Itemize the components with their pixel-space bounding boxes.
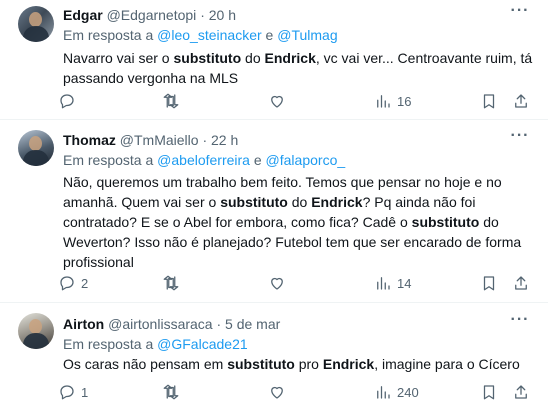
timestamp[interactable]: 20 h — [209, 7, 236, 23]
timestamp[interactable]: 5 de mar — [225, 316, 280, 332]
reply-prefix: Em resposta a — [63, 152, 158, 168]
separator-dot: · — [200, 7, 205, 23]
mention-link[interactable]: @GFalcade21 — [157, 336, 247, 352]
like-button[interactable] — [268, 91, 291, 111]
tweet-text: Navarro vai ser o substituto do Endrick,… — [63, 50, 533, 86]
separator-dot: · — [216, 316, 222, 332]
tweet[interactable]: Thomaz @TmMaiello · 22 h ··· Em resposta… — [0, 120, 548, 303]
bookmark-icon — [483, 276, 495, 291]
reply-count: 2 — [81, 275, 89, 291]
share-button[interactable] — [512, 91, 530, 111]
mention-link[interactable]: @Tulmag — [277, 27, 337, 43]
author-handle[interactable]: @TmMaiello — [120, 132, 199, 148]
share-icon — [515, 276, 527, 290]
views-button[interactable]: 14 — [374, 273, 411, 293]
reply-and: e — [261, 27, 278, 43]
bookmark-button[interactable] — [480, 91, 498, 111]
like-button[interactable] — [268, 273, 291, 293]
views-count: 14 — [397, 275, 412, 291]
retweet-icon — [163, 275, 179, 291]
views-icon — [377, 277, 390, 290]
avatar[interactable] — [18, 313, 54, 349]
author-name[interactable]: Edgar — [63, 7, 103, 23]
reply-to-line: Em resposta a @abeloferreira e @falaporc… — [63, 151, 345, 169]
reply-to-line: Em resposta a @GFalcade21 — [63, 335, 248, 353]
tweet-actions: 1 240 — [58, 382, 538, 402]
share-icon — [515, 94, 527, 108]
reply-to-line: Em resposta a @leo_steinacker e @Tulmag — [63, 26, 338, 44]
author-handle[interactable]: @airtonlissaraca — [108, 316, 212, 332]
timestamp[interactable]: 22 h — [211, 132, 238, 148]
tweet-header: Edgar @Edgarnetopi · 20 h — [63, 6, 236, 24]
more-icon[interactable]: ··· — [510, 312, 530, 333]
reply-icon — [60, 94, 74, 109]
more-icon[interactable]: ··· — [510, 3, 530, 24]
reply-and: e — [249, 152, 266, 168]
share-button[interactable] — [512, 382, 530, 402]
bookmark-icon — [483, 94, 495, 109]
heart-icon — [271, 95, 283, 108]
views-icon — [377, 386, 390, 399]
retweet-icon — [163, 384, 179, 400]
reply-button[interactable]: 2 — [58, 273, 88, 293]
tweet-header: Airton @airtonlissaraca · 5 de mar — [63, 315, 280, 333]
heart-icon — [271, 277, 283, 290]
bookmark-icon — [483, 385, 495, 400]
mention-link[interactable]: @falaporco_ — [266, 152, 346, 168]
reply-button[interactable] — [58, 91, 81, 111]
tweet-actions: 2 14 — [58, 273, 538, 293]
separator-dot: · — [202, 132, 208, 148]
more-icon[interactable]: ··· — [510, 128, 530, 149]
reply-prefix: Em resposta a — [63, 336, 158, 352]
views-button[interactable]: 240 — [374, 382, 419, 402]
tweet[interactable]: Airton @airtonlissaraca · 5 de mar ··· E… — [0, 303, 548, 414]
reply-icon — [60, 385, 74, 400]
views-count: 240 — [397, 384, 419, 400]
views-button[interactable]: 16 — [374, 91, 411, 111]
author-name[interactable]: Thomaz — [63, 132, 116, 148]
bookmark-button[interactable] — [480, 273, 498, 293]
reply-count: 1 — [81, 384, 89, 400]
mention-link[interactable]: @abeloferreira — [157, 152, 250, 168]
reply-button[interactable]: 1 — [58, 382, 88, 402]
tweet[interactable]: Edgar @Edgarnetopi · 20 h ··· Em respost… — [0, 0, 548, 120]
avatar[interactable] — [18, 130, 54, 166]
author-handle[interactable]: @Edgarnetopi — [107, 7, 197, 23]
views-icon — [377, 95, 390, 108]
tweet-text: Não, queremos um trabalho bem feito. Tem… — [63, 174, 522, 270]
tweet-actions: 16 — [58, 91, 538, 111]
tweet-header: Thomaz @TmMaiello · 22 h — [63, 131, 238, 149]
retweet-button[interactable] — [162, 91, 185, 111]
tweet-text: Os caras não pensam em substituto pro En… — [63, 356, 520, 372]
reply-prefix: Em resposta a — [63, 27, 158, 43]
share-icon — [515, 385, 527, 399]
avatar[interactable] — [18, 6, 54, 42]
like-button[interactable] — [268, 382, 291, 402]
retweet-button[interactable] — [162, 382, 185, 402]
mention-link[interactable]: @leo_steinacker — [157, 27, 262, 43]
reply-icon — [60, 276, 74, 291]
share-button[interactable] — [512, 273, 530, 293]
bookmark-button[interactable] — [480, 382, 498, 402]
retweet-button[interactable] — [162, 273, 185, 293]
author-name[interactable]: Airton — [63, 316, 104, 332]
heart-icon — [271, 386, 283, 399]
retweet-icon — [163, 93, 179, 109]
